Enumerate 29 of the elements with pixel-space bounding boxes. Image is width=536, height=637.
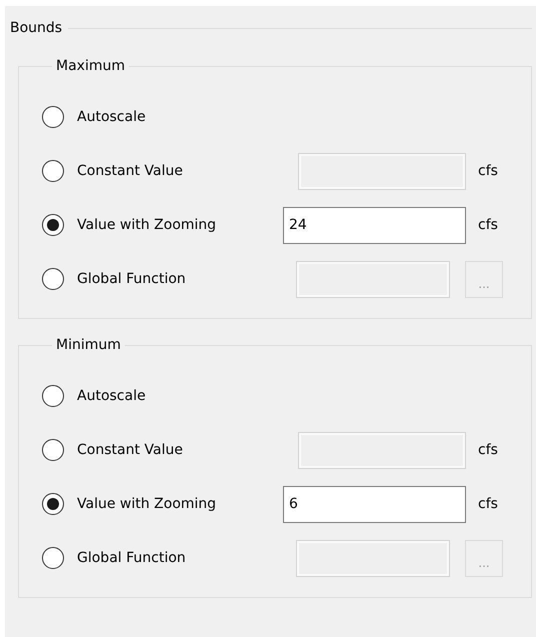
option-label: Value with Zooming: [77, 496, 218, 512]
group-title: Maximum: [55, 58, 126, 74]
option-label: Global Function: [77, 550, 187, 566]
unit-label: cfs: [478, 442, 498, 458]
radio-button[interactable]: [42, 214, 64, 236]
text-field[interactable]: [296, 260, 450, 298]
section-title: Bounds: [10, 20, 62, 36]
option-label: Autoscale: [77, 109, 147, 125]
option-label: Constant Value: [77, 163, 184, 179]
option-label: Constant Value: [77, 442, 184, 458]
radio-button[interactable]: [42, 385, 64, 407]
radio-button[interactable]: [42, 160, 64, 182]
option-label: Global Function: [77, 271, 187, 287]
radio-button[interactable]: [42, 268, 64, 290]
text-field[interactable]: 24: [283, 206, 466, 244]
text-field[interactable]: 6: [283, 486, 466, 522]
text-field[interactable]: [298, 432, 466, 468]
group-title: Minimum: [55, 337, 122, 353]
text-field[interactable]: [296, 540, 450, 576]
radio-button[interactable]: [42, 547, 64, 569]
option-label: Autoscale: [77, 388, 147, 404]
option-label: Value with Zooming: [77, 217, 218, 233]
radio-button[interactable]: [42, 493, 64, 515]
radio-button[interactable]: [42, 106, 64, 128]
radio-button[interactable]: [42, 439, 64, 461]
text-field[interactable]: [298, 152, 466, 190]
unit-label: cfs: [478, 217, 498, 233]
unit-label: cfs: [478, 163, 498, 179]
unit-label: cfs: [478, 496, 498, 512]
